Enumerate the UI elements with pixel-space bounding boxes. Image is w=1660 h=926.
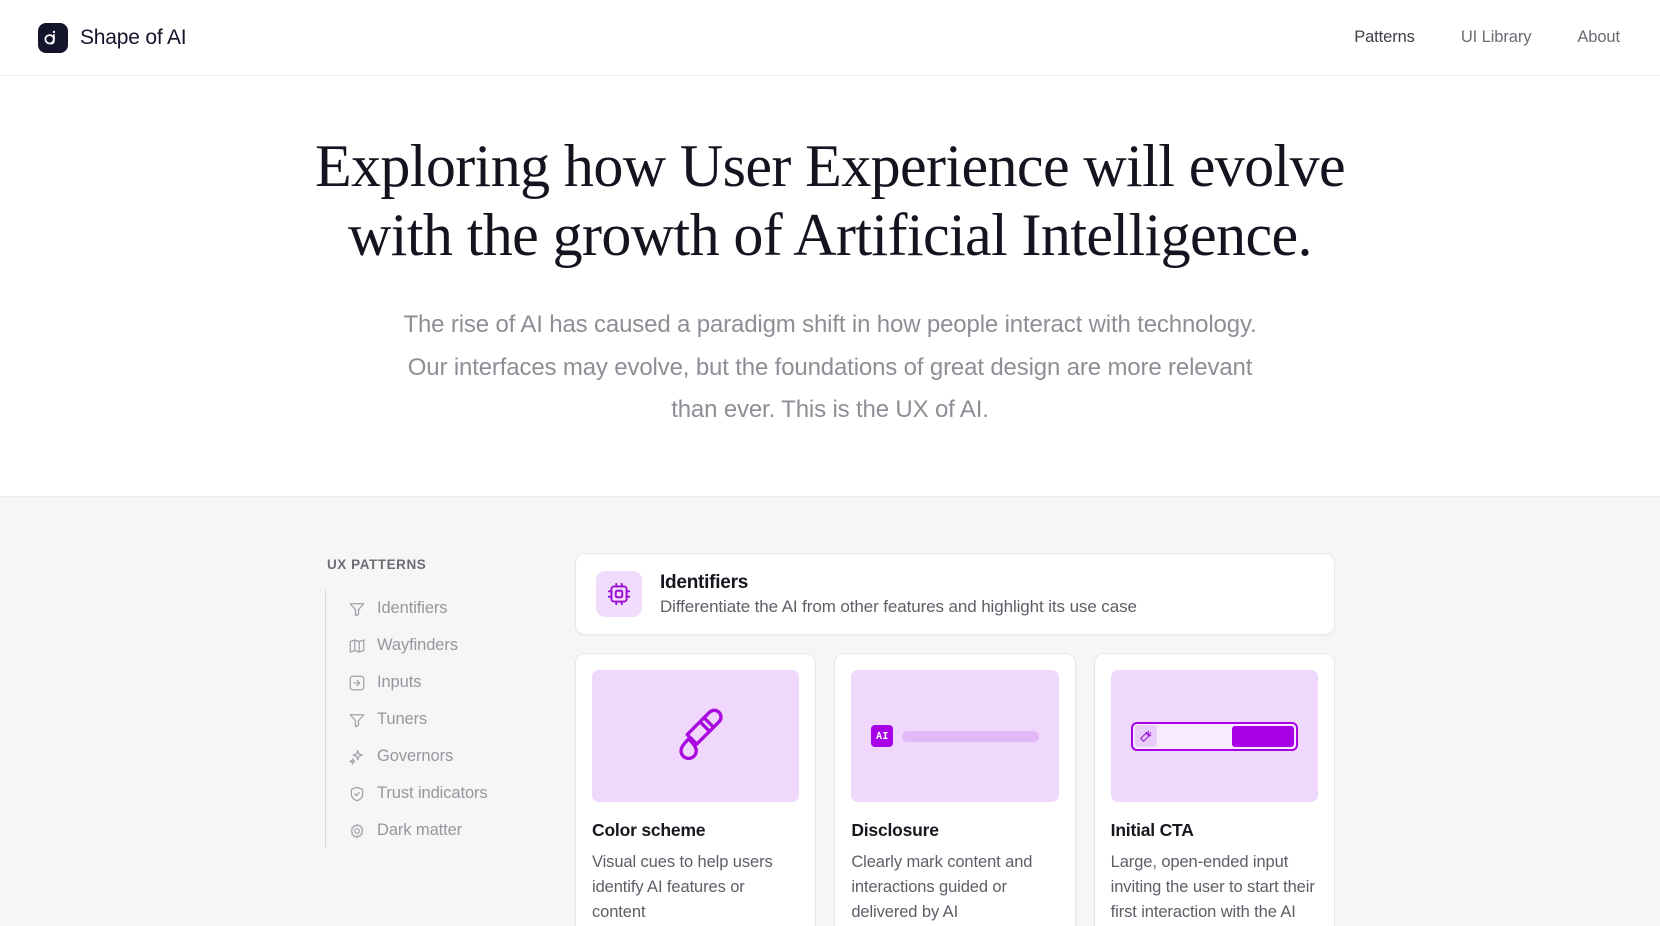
- sidebar-item-governors[interactable]: Governors: [326, 738, 553, 775]
- sidebar-item-label: Dark matter: [377, 821, 463, 840]
- card-description: Large, open-ended input inviting the use…: [1110, 853, 1315, 922]
- placeholder-bar: [902, 730, 1039, 742]
- card-title: Initial CTA: [1110, 820, 1194, 841]
- patterns-section: UX PATTERNS Identifiers Wayfinders Input…: [0, 496, 1660, 926]
- pattern-description: Differentiate the AI from other features…: [660, 596, 1137, 616]
- sidebar-item-tuners[interactable]: Tuners: [326, 701, 553, 738]
- eyedropper-icon: [665, 703, 727, 770]
- sidebar-item-label: Governors: [377, 747, 454, 766]
- pattern-title: Identifiers: [660, 571, 749, 593]
- cta-illustration: [1111, 721, 1318, 751]
- nav-link-about[interactable]: About: [1577, 28, 1620, 47]
- sidebar-item-wayfinders[interactable]: Wayfinders: [326, 627, 553, 664]
- card-title: Color scheme: [592, 820, 706, 841]
- pattern-card-initial-cta[interactable]: Initial CTA Large, open-ended input invi…: [1093, 653, 1335, 926]
- hero-subtitle: The rise of AI has caused a paradigm shi…: [403, 311, 1257, 424]
- page-title: Exploring how User Experience will evolv…: [314, 133, 1346, 268]
- sidebar-item-label: Tuners: [377, 710, 428, 729]
- shield-check-icon: [347, 784, 366, 803]
- disclosure-illustration: AI: [851, 725, 1058, 748]
- sparkles-icon: [347, 747, 366, 766]
- funnel-icon: [347, 599, 366, 618]
- site-header: Shape of AI Patterns UI Library About: [0, 0, 1660, 76]
- ai-badge-icon: AI: [871, 725, 894, 748]
- sidebar-item-label: Wayfinders: [377, 636, 458, 655]
- pattern-card-grid: Color scheme Visual cues to help users i…: [575, 653, 1335, 926]
- map-icon: [347, 636, 366, 655]
- card-description: Visual cues to help users identify AI fe…: [592, 853, 773, 922]
- sidebar-item-identifiers[interactable]: Identifiers: [326, 590, 553, 627]
- card-description: Clearly mark content and interactions gu…: [851, 853, 1033, 922]
- hero-section: Exploring how User Experience will evolv…: [0, 76, 1660, 497]
- magic-wand-icon: [1134, 725, 1157, 748]
- sidebar-heading: UX PATTERNS: [327, 557, 427, 573]
- funnel-icon: [347, 710, 366, 729]
- patterns-content: Identifiers Differentiate the AI from ot…: [553, 553, 1335, 926]
- sidebar-item-label: Identifiers: [377, 599, 448, 618]
- arrow-into-box-icon: [347, 673, 366, 692]
- pattern-card-color-scheme[interactable]: Color scheme Visual cues to help users i…: [575, 653, 817, 926]
- sidebar-item-dark-matter[interactable]: Dark matter: [326, 812, 553, 849]
- page-root: Shape of AI Patterns UI Library About Ex…: [0, 0, 1660, 926]
- cpu-chip-icon: [596, 571, 642, 618]
- card-thumbnail: [592, 670, 800, 803]
- brand-logo[interactable]: Shape of AI: [38, 22, 187, 53]
- card-title: Disclosure: [851, 820, 939, 841]
- sidebar-item-trust-indicators[interactable]: Trust indicators: [326, 775, 553, 812]
- sidebar-item-inputs[interactable]: Inputs: [326, 664, 553, 701]
- pattern-header-card[interactable]: Identifiers Differentiate the AI from ot…: [575, 553, 1335, 636]
- brand-mark-icon: [38, 22, 68, 53]
- cta-input-mock: [1130, 721, 1298, 751]
- card-thumbnail: [1110, 670, 1318, 803]
- cta-submit-button-mock: [1231, 725, 1294, 747]
- brand-name: Shape of AI: [80, 25, 187, 49]
- sidebar-item-label: Inputs: [377, 673, 422, 692]
- nav-link-patterns[interactable]: Patterns: [1354, 28, 1415, 47]
- gear-icon: [347, 821, 366, 840]
- sidebar-item-label: Trust indicators: [377, 784, 488, 803]
- nav-link-ui-library[interactable]: UI Library: [1461, 28, 1532, 47]
- patterns-sidebar: UX PATTERNS Identifiers Wayfinders Input…: [325, 553, 553, 926]
- card-thumbnail: AI: [851, 670, 1059, 803]
- pattern-card-disclosure[interactable]: AI Disclosure Clearly mark content and i…: [834, 653, 1076, 926]
- sidebar-list: Identifiers Wayfinders Inputs Tuners Gov…: [325, 590, 553, 850]
- main-nav: Patterns UI Library About: [1354, 28, 1620, 47]
